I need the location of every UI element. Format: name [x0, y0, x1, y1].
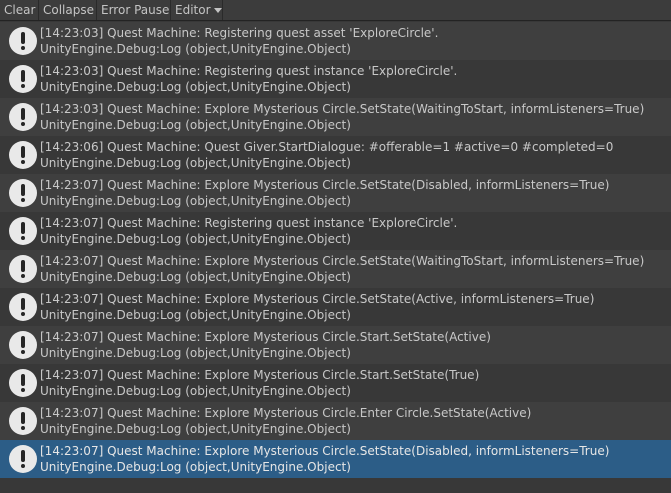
log-entry[interactable]: [14:23:06] Quest Machine: Quest Giver.St… — [0, 136, 671, 174]
log-trace: UnityEngine.Debug:Log (object,UnityEngin… — [40, 384, 351, 398]
info-icon — [9, 293, 37, 321]
log-message: [14:23:03] Quest Machine: Registering qu… — [40, 26, 439, 40]
log-entry-text: [14:23:03] Quest Machine: Explore Myster… — [40, 101, 644, 133]
log-entry[interactable]: [14:23:07] Quest Machine: Explore Myster… — [0, 288, 671, 326]
log-entry[interactable]: [14:23:07] Quest Machine: Registering qu… — [0, 212, 671, 250]
log-entry-text: [14:23:03] Quest Machine: Registering qu… — [40, 25, 438, 57]
log-entry[interactable]: [14:23:07] Quest Machine: Explore Myster… — [0, 364, 671, 402]
log-message: [14:23:07] Quest Machine: Explore Myster… — [40, 444, 610, 458]
collapse-toggle[interactable]: Collapse — [39, 0, 97, 20]
log-message: [14:23:07] Quest Machine: Explore Myster… — [40, 368, 480, 382]
log-entry[interactable]: [14:23:07] Quest Machine: Explore Myster… — [0, 250, 671, 288]
log-trace: UnityEngine.Debug:Log (object,UnityEngin… — [40, 422, 351, 436]
log-entry-text: [14:23:07] Quest Machine: Explore Myster… — [40, 253, 644, 285]
log-trace: UnityEngine.Debug:Log (object,UnityEngin… — [40, 80, 351, 94]
editor-dropdown[interactable]: Editor — [171, 0, 223, 20]
log-entry[interactable]: [14:23:07] Quest Machine: Explore Myster… — [0, 326, 671, 364]
log-trace: UnityEngine.Debug:Log (object,UnityEngin… — [40, 118, 351, 132]
log-entry[interactable]: [14:23:07] Quest Machine: Explore Myster… — [0, 402, 671, 440]
log-message: [14:23:07] Quest Machine: Explore Myster… — [40, 330, 491, 344]
console-toolbar: Clear Collapse Error Pause Editor — [0, 0, 671, 21]
info-icon — [9, 369, 37, 397]
info-icon — [9, 445, 37, 473]
clear-button[interactable]: Clear — [0, 0, 39, 20]
editor-dropdown-label: Editor — [175, 3, 211, 17]
log-message: [14:23:03] Quest Machine: Registering qu… — [40, 64, 458, 78]
info-icon — [9, 103, 37, 131]
info-icon — [9, 141, 37, 169]
log-message: [14:23:07] Quest Machine: Registering qu… — [40, 216, 458, 230]
log-entry[interactable]: [14:23:03] Quest Machine: Explore Myster… — [0, 98, 671, 136]
info-icon — [9, 65, 37, 93]
log-message: [14:23:06] Quest Machine: Quest Giver.St… — [40, 140, 614, 154]
error-pause-toggle[interactable]: Error Pause — [97, 0, 171, 20]
log-message: [14:23:07] Quest Machine: Explore Myster… — [40, 254, 645, 268]
info-icon — [9, 27, 37, 55]
log-trace: UnityEngine.Debug:Log (object,UnityEngin… — [40, 194, 351, 208]
info-icon — [9, 217, 37, 245]
log-entry-text: [14:23:07] Quest Machine: Explore Myster… — [40, 405, 531, 437]
log-trace: UnityEngine.Debug:Log (object,UnityEngin… — [40, 42, 351, 56]
info-icon — [9, 407, 37, 435]
log-trace: UnityEngine.Debug:Log (object,UnityEngin… — [40, 460, 351, 474]
log-trace: UnityEngine.Debug:Log (object,UnityEngin… — [40, 346, 351, 360]
log-entry-text: [14:23:07] Quest Machine: Explore Myster… — [40, 329, 491, 361]
log-entry-text: [14:23:07] Quest Machine: Explore Myster… — [40, 291, 594, 323]
log-entry-text: [14:23:06] Quest Machine: Quest Giver.St… — [40, 139, 613, 171]
log-trace: UnityEngine.Debug:Log (object,UnityEngin… — [40, 156, 351, 170]
log-trace: UnityEngine.Debug:Log (object,UnityEngin… — [40, 232, 351, 246]
log-entry-text: [14:23:07] Quest Machine: Registering qu… — [40, 215, 457, 247]
log-message: [14:23:07] Quest Machine: Explore Myster… — [40, 178, 610, 192]
log-trace: UnityEngine.Debug:Log (object,UnityEngin… — [40, 308, 351, 322]
log-entry-selected[interactable]: [14:23:07] Quest Machine: Explore Myster… — [0, 440, 671, 478]
log-message: [14:23:07] Quest Machine: Explore Myster… — [40, 292, 595, 306]
log-entry-text: [14:23:07] Quest Machine: Explore Myster… — [40, 177, 609, 209]
log-message: [14:23:03] Quest Machine: Explore Myster… — [40, 102, 645, 116]
info-icon — [9, 331, 37, 359]
log-list[interactable]: [14:23:03] Quest Machine: Registering qu… — [0, 22, 671, 493]
log-entry-text: [14:23:03] Quest Machine: Registering qu… — [40, 63, 457, 95]
log-message: [14:23:07] Quest Machine: Explore Myster… — [40, 406, 532, 420]
log-entry[interactable]: [14:23:03] Quest Machine: Registering qu… — [0, 22, 671, 60]
info-icon — [9, 255, 37, 283]
chevron-down-icon — [213, 8, 222, 13]
log-trace: UnityEngine.Debug:Log (object,UnityEngin… — [40, 270, 351, 284]
log-entry[interactable]: [14:23:07] Quest Machine: Explore Myster… — [0, 174, 671, 212]
info-icon — [9, 179, 37, 207]
log-entry-text: [14:23:07] Quest Machine: Explore Myster… — [40, 367, 479, 399]
log-entry[interactable]: [14:23:03] Quest Machine: Registering qu… — [0, 60, 671, 98]
log-entry-text: [14:23:07] Quest Machine: Explore Myster… — [40, 443, 609, 475]
